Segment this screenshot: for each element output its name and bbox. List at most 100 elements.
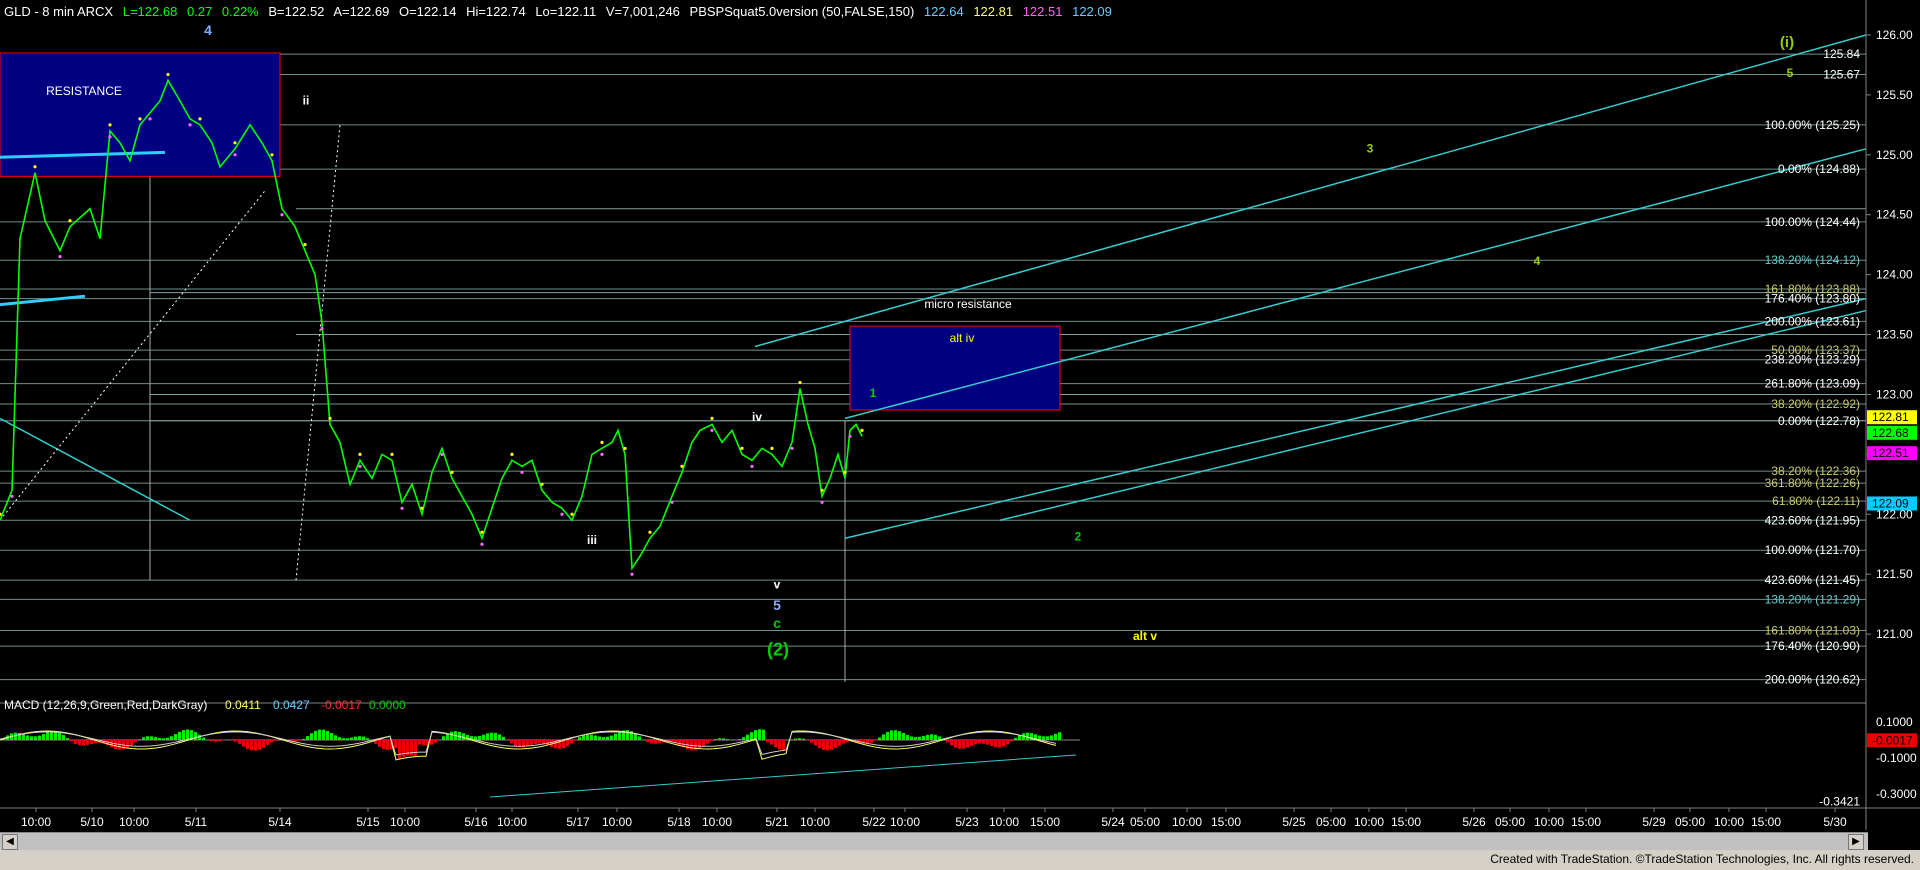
macd-histogram-bar [770,740,773,745]
last-price-marker-label: 122.81 [1872,410,1909,424]
time-tick-label: 10:00 [602,815,632,829]
annotation-boxes: RESISTANCE alt iv micro resistance [0,52,1061,411]
scroll-right-button[interactable]: ▶ [1848,834,1864,850]
pivot-dot [358,464,362,468]
macd-histogram-bar [638,736,641,740]
macd-histogram-bar [582,735,585,740]
time-tick-label: 10:00 [1354,815,1384,829]
time-tick-label: 10:00 [390,815,420,829]
pivot-dot [770,446,774,450]
pivot-dot [740,446,744,450]
time-tick-label: 5/26 [1462,815,1486,829]
pivot-dot [10,494,14,498]
time-tick-label: 10:00 [497,815,527,829]
time-tick-label: 5/22 [862,815,886,829]
macd-histogram-bar [594,735,597,740]
pivot-dot [790,446,794,450]
macd-histogram-bar [450,731,453,740]
pivot-dot [233,141,237,145]
macd-histogram-bar [214,740,217,742]
macd-histogram-bar [338,737,341,740]
time-tick-label: 15:00 [1030,815,1060,829]
pivot-dot [280,213,284,217]
macd-histogram-bar [86,740,89,746]
macd-histogram-bar [414,740,417,757]
channel-line [844,148,1867,420]
time-tick-label: 05:00 [1675,815,1705,829]
time-tick-label: 5/14 [268,815,292,829]
macd-histogram-bar [750,732,753,740]
macd-histogram-bar [90,740,93,744]
macd-histogram-bar [830,740,833,750]
pivot-dot [358,452,362,456]
time-tick-label: 10:00 [800,815,830,829]
time-tick-label: 15:00 [1211,815,1241,829]
macd-histogram-bar [170,736,173,740]
pivot-dot [820,500,824,504]
macd-histogram-bar [790,739,793,740]
macd-histogram-bar [222,740,225,741]
macd-histogram-bar [782,740,785,751]
fib-level-label: 161.80% (121.03) [1765,624,1860,638]
pivot-dot [420,506,424,510]
horizontal-scrollbar[interactable]: ◀ ▶ [0,832,1868,851]
time-tick-label: 15:00 [1571,815,1601,829]
resistance-label: RESISTANCE [46,84,122,98]
macd-histogram-bar [38,735,41,740]
macd-histogram-bar [646,740,649,742]
wave-label: 4 [1534,254,1541,268]
macd-histogram-bar [178,731,181,740]
macd-histogram-bar [350,737,353,740]
macd-tick-label: -0.3000 [1876,787,1917,801]
price-tick-label: 125.00 [1876,148,1913,162]
macd-histogram-bar [962,740,965,749]
macd-histogram-bar [334,735,337,740]
time-tick-label: 10:00 [119,815,149,829]
macd-histogram-bar [610,735,613,740]
macd-histogram-bar [1006,740,1009,745]
macd-histogram-bar [162,738,165,740]
macd-histogram-bar [150,736,153,740]
price-tick-label: 126.00 [1876,28,1913,42]
macd-histogram-bar [258,740,261,750]
macd-histogram-bar [614,733,617,740]
macd-histogram-bar [746,734,749,740]
time-tick-label: 5/15 [356,815,380,829]
macd-histogram-bar [802,738,805,740]
pivot-dot [600,452,604,456]
pivot-dot [108,123,112,127]
macd-histogram-bar [1054,733,1057,740]
macd-histogram-bar [478,735,481,740]
pivot-dot [270,153,274,157]
pivot-dot [560,512,564,516]
macd-histogram-bar [778,740,781,750]
pivot-dot [320,326,324,331]
time-tick-label: 5/17 [566,815,590,829]
macd-histogram-bar [366,738,369,740]
time-tick-label: 05:00 [1130,815,1160,829]
scroll-left-button[interactable]: ◀ [2,834,18,850]
wave-label: c [773,615,781,631]
time-tick-label: 5/25 [1282,815,1306,829]
macd-histogram-bar [494,732,497,740]
pivot-dot [148,117,152,121]
macd-histogram-bar [482,734,485,740]
macd-histogram-bar [186,729,189,740]
fib-level-label: 0.00% (124.88) [1778,162,1860,176]
macd-histogram-bar [58,732,61,740]
time-tick-label: 10:00 [1534,815,1564,829]
macd-histogram-bar [958,740,961,749]
macd-histogram-bar [182,730,185,740]
price-chart[interactable]: RESISTANCEalt ivmicro resistance 125.841… [0,0,1920,832]
macd-histogram-bar [982,740,985,744]
fib-level-label: 200.00% (120.62) [1765,673,1860,687]
macd-histogram-bar [78,740,81,746]
pivot-dot [648,530,652,534]
macd-value: 0.0000 [369,698,406,712]
fib-level-label: 176.40% (120.90) [1765,639,1860,653]
macd-histogram-bar [174,734,177,740]
macd-histogram-bar [358,736,361,740]
resistance-box [0,52,281,177]
macd-histogram-bar [822,740,825,751]
macd-histogram-bar [134,740,137,743]
